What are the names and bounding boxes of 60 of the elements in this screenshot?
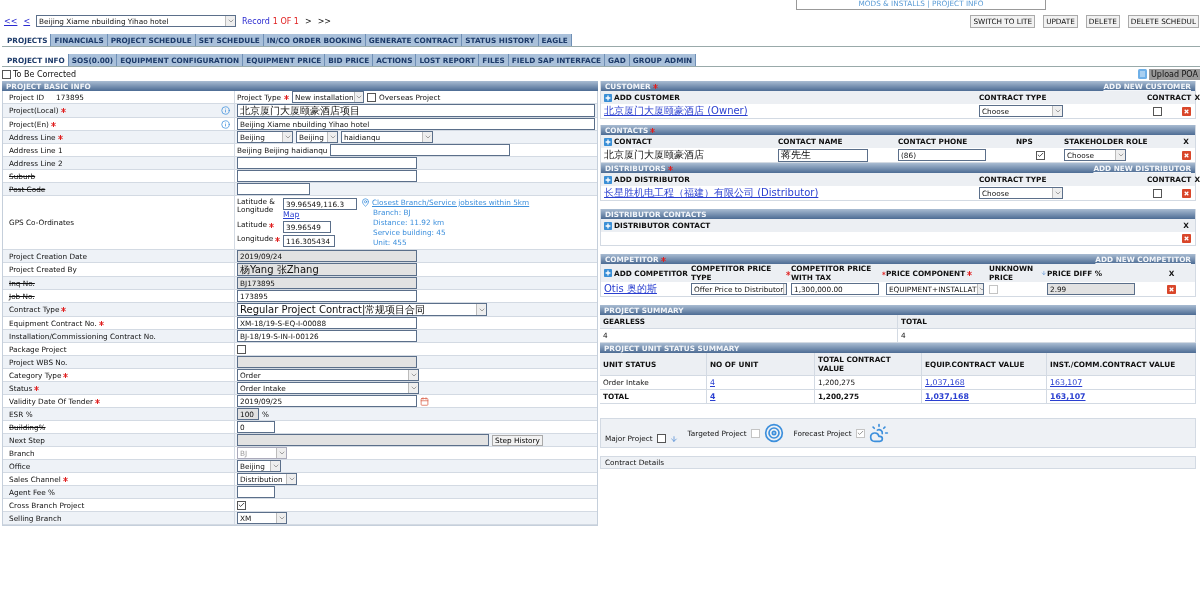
- checkbox[interactable]: [2, 69, 11, 79]
- competitor-link[interactable]: Otis 奥的斯: [604, 282, 657, 296]
- text-input[interactable]: [237, 170, 417, 182]
- caret-icon: [226, 17, 235, 25]
- text-input[interactable]: [237, 157, 417, 169]
- delete-icon[interactable]: [1181, 234, 1191, 243]
- info-icon[interactable]: [221, 106, 230, 115]
- caret-icon: [1053, 107, 1062, 115]
- check-icon: [1036, 151, 1044, 159]
- location-pin-icon: [361, 198, 370, 207]
- caret-icon: [277, 514, 286, 522]
- add-icon[interactable]: [604, 175, 612, 184]
- delete-icon[interactable]: [1181, 188, 1191, 198]
- required-icon: [275, 236, 281, 242]
- add-icon[interactable]: [604, 221, 612, 230]
- upload-poa-button[interactable]: Upload POA: [1148, 68, 1200, 80]
- checkbox-label: To Be Corrected: [13, 69, 77, 79]
- dropdown[interactable]: Regular Project Contract|常规项目合同: [237, 303, 487, 316]
- text-input[interactable]: 北京厦门大厦颐豪酒店项目: [237, 104, 595, 117]
- record-count: 1 OF 1: [272, 16, 299, 26]
- document-icon: [1137, 69, 1147, 79]
- delete-icon[interactable]: [1181, 150, 1191, 160]
- arrow-icon: [669, 434, 678, 443]
- record-label: Record: [242, 16, 270, 26]
- first-record-link[interactable]: <<: [4, 16, 18, 26]
- last-record-link[interactable]: >>: [317, 16, 332, 26]
- add-icon[interactable]: [604, 269, 612, 277]
- checkbox[interactable]: [1153, 188, 1162, 198]
- checkbox[interactable]: [367, 92, 377, 102]
- add-icon[interactable]: [604, 137, 612, 146]
- text-input[interactable]: [237, 486, 275, 498]
- cloud-icon[interactable]: [868, 423, 889, 443]
- text-input[interactable]: [330, 144, 511, 156]
- caret-icon: [1116, 151, 1125, 159]
- caret-icon: [1053, 189, 1062, 197]
- delete-icon[interactable]: [1167, 284, 1176, 294]
- caret-icon: [328, 133, 337, 141]
- add-icon[interactable]: [604, 93, 612, 102]
- target-icon[interactable]: [763, 423, 784, 443]
- info-icon[interactable]: [221, 119, 230, 129]
- customer-link[interactable]: 北京厦门大厦颐豪酒店 (Owner): [604, 104, 748, 118]
- next-record-link[interactable]: >: [304, 16, 312, 26]
- calendar-icon[interactable]: [420, 396, 429, 406]
- delete-icon[interactable]: [1181, 106, 1191, 116]
- text-input[interactable]: 蒋先生: [778, 148, 868, 162]
- checkbox[interactable]: [656, 434, 666, 443]
- caret-icon: [283, 133, 292, 141]
- required-icon: [269, 222, 275, 228]
- text-input[interactable]: [237, 183, 310, 195]
- distributor-link[interactable]: 长星胜机电工程（福建）有限公司 (Distributor): [604, 186, 819, 200]
- checkbox[interactable]: [1035, 150, 1045, 160]
- contact-text: 北京厦门大厦颐豪酒店: [604, 148, 704, 162]
- caret-icon: [355, 93, 364, 101]
- check-icon: [238, 501, 245, 509]
- previous-record-link[interactable]: <: [23, 16, 31, 26]
- checkbox[interactable]: [1153, 106, 1162, 116]
- caret-icon: [423, 133, 432, 141]
- check-icon: [856, 429, 864, 437]
- checkbox[interactable]: [237, 500, 246, 510]
- checkbox[interactable]: [237, 344, 246, 354]
